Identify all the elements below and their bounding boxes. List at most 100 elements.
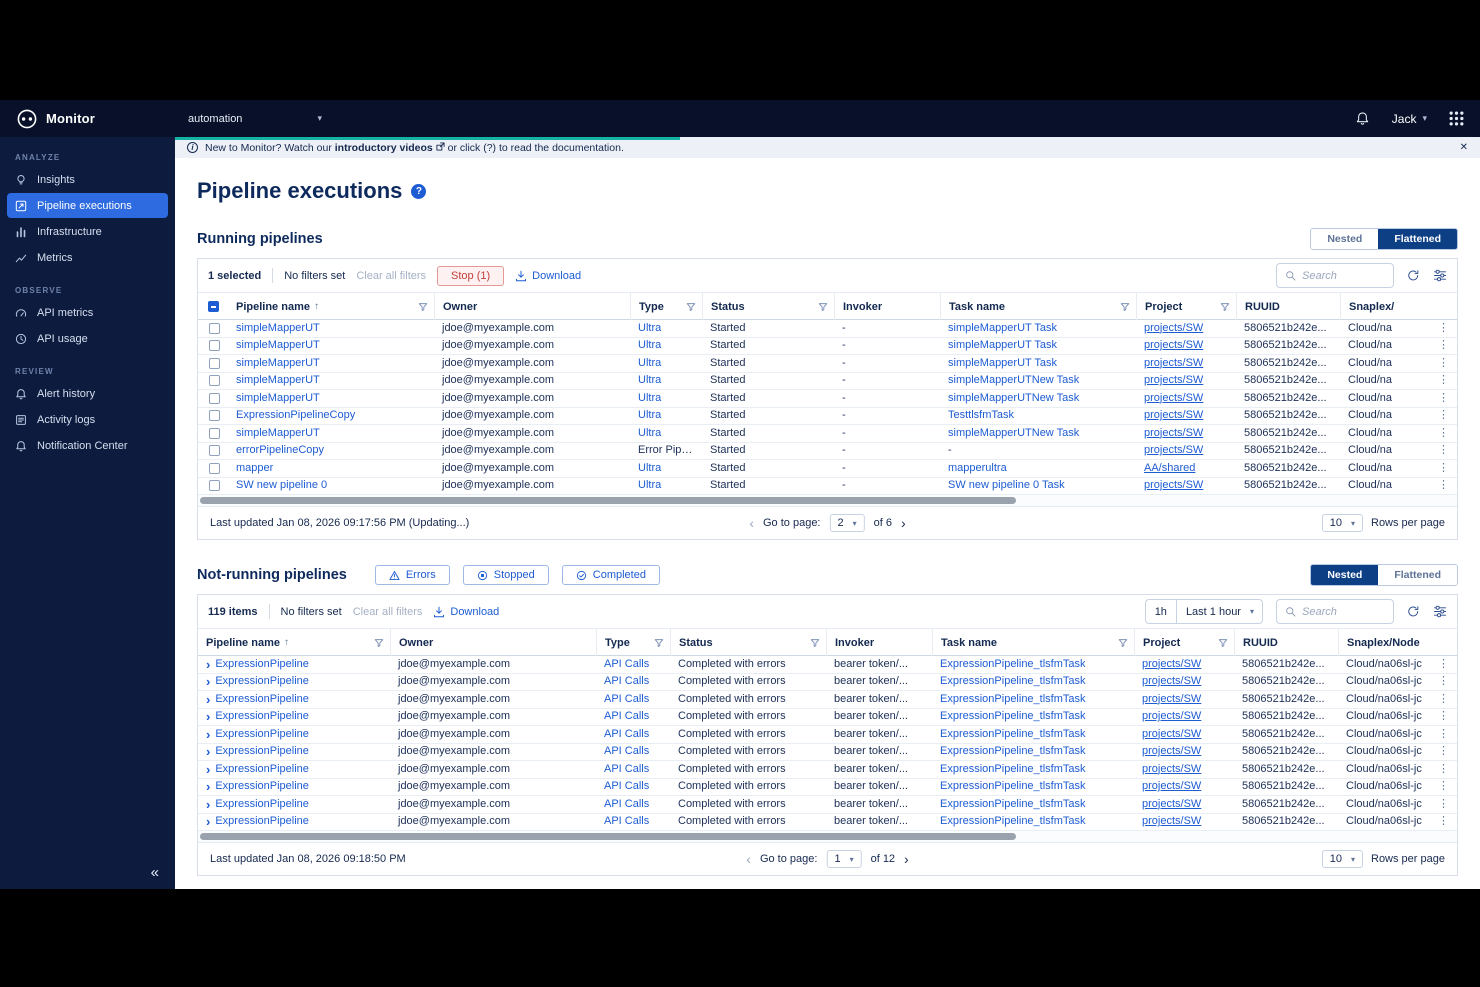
row-menu-icon[interactable]: ⋮ bbox=[1432, 390, 1449, 407]
row-menu-icon[interactable]: ⋮ bbox=[1432, 778, 1449, 795]
row-checkbox[interactable] bbox=[208, 427, 220, 439]
search-input[interactable] bbox=[1302, 605, 1380, 618]
task-cell[interactable]: SW new pipeline 0 Task bbox=[948, 479, 1065, 491]
row-menu-icon[interactable]: ⋮ bbox=[1432, 372, 1449, 389]
table-row[interactable]: › ExpressionPipeline jdoe@myexample.com API… bbox=[198, 761, 1457, 779]
column-header-invoker[interactable]: Invoker bbox=[826, 629, 932, 656]
name-cell[interactable]: simpleMapperUT bbox=[236, 322, 320, 334]
name-cell[interactable]: simpleMapperUT bbox=[236, 339, 320, 351]
column-header-task[interactable]: Task name bbox=[932, 629, 1134, 656]
project-cell[interactable]: projects/SW bbox=[1142, 693, 1201, 705]
column-header-name[interactable]: Pipeline name ↑ bbox=[228, 293, 434, 320]
nested-toggle-button[interactable]: Nested bbox=[1311, 565, 1379, 585]
row-menu-icon[interactable]: ⋮ bbox=[1432, 425, 1449, 442]
column-header-invoker[interactable]: Invoker bbox=[834, 293, 940, 320]
column-header-ruuid[interactable]: RUUID bbox=[1234, 629, 1338, 656]
project-cell[interactable]: projects/SW bbox=[1142, 745, 1201, 757]
sidebar-item-metrics[interactable]: Metrics bbox=[7, 245, 168, 270]
name-cell[interactable]: ExpressionPipeline bbox=[215, 796, 309, 813]
org-selector-dropdown[interactable]: automation ▾ bbox=[188, 113, 322, 125]
row-checkbox[interactable] bbox=[208, 340, 220, 352]
stopped-filter-button[interactable]: Stopped bbox=[462, 565, 549, 585]
expand-row-icon[interactable]: › bbox=[206, 693, 210, 706]
type-cell[interactable]: API Calls bbox=[604, 658, 649, 670]
sidebar-item-alert-history[interactable]: Alert history bbox=[7, 381, 168, 406]
banner-close-icon[interactable]: ✕ bbox=[1460, 142, 1468, 153]
task-cell[interactable]: ExpressionPipeline_tlsfmTask bbox=[940, 658, 1086, 670]
project-cell[interactable]: projects/SW bbox=[1142, 728, 1201, 740]
table-row[interactable]: simpleMapperUT jdoe@myexample.com Ultra Sta… bbox=[198, 425, 1457, 443]
column-header-type[interactable]: Type bbox=[596, 629, 670, 656]
type-cell[interactable]: Ultra bbox=[638, 479, 661, 491]
filter-funnel-icon[interactable] bbox=[818, 302, 828, 312]
name-cell[interactable]: ExpressionPipeline bbox=[215, 708, 309, 725]
project-cell[interactable]: projects/SW bbox=[1144, 409, 1203, 421]
task-cell[interactable]: ExpressionPipeline_tlsfmTask bbox=[940, 693, 1086, 705]
column-header-project[interactable]: Project bbox=[1134, 629, 1234, 656]
row-checkbox[interactable] bbox=[208, 357, 220, 369]
prev-page-icon[interactable]: ‹ bbox=[746, 851, 751, 867]
table-row[interactable]: mapper jdoe@myexample.com Ultra Started - map… bbox=[198, 460, 1457, 478]
project-cell[interactable]: projects/SW bbox=[1144, 392, 1203, 404]
expand-row-icon[interactable]: › bbox=[206, 780, 210, 793]
table-settings-icon[interactable] bbox=[1433, 605, 1447, 618]
row-checkbox[interactable] bbox=[208, 322, 220, 334]
row-menu-icon[interactable]: ⋮ bbox=[1432, 337, 1449, 354]
project-cell[interactable]: projects/SW bbox=[1142, 710, 1201, 722]
expand-row-icon[interactable]: › bbox=[206, 763, 210, 776]
row-menu-icon[interactable]: ⋮ bbox=[1432, 796, 1449, 813]
rows-per-page-select[interactable]: 10 ▾ bbox=[1321, 850, 1363, 868]
name-cell[interactable]: ExpressionPipeline bbox=[215, 726, 309, 743]
project-cell[interactable]: AA/shared bbox=[1144, 462, 1195, 474]
column-header-project[interactable]: Project bbox=[1136, 293, 1236, 320]
name-cell[interactable]: simpleMapperUT bbox=[236, 374, 320, 386]
sidebar-item-activity-logs[interactable]: Activity logs bbox=[7, 407, 168, 432]
nested-toggle-button[interactable]: Nested bbox=[1311, 229, 1379, 249]
next-page-icon[interactable]: › bbox=[904, 851, 909, 867]
filter-funnel-icon[interactable] bbox=[1218, 638, 1228, 648]
column-header-snaplex[interactable]: Snaplex/Node bbox=[1338, 629, 1457, 656]
row-menu-icon[interactable]: ⋮ bbox=[1432, 761, 1449, 778]
task-cell[interactable]: ExpressionPipeline_tlsfmTask bbox=[940, 763, 1086, 775]
name-cell[interactable]: simpleMapperUT bbox=[236, 427, 320, 439]
type-cell[interactable]: Ultra bbox=[638, 392, 661, 404]
horizontal-scrollbar-thumb[interactable] bbox=[200, 497, 1016, 504]
name-cell[interactable]: ExpressionPipeline bbox=[215, 743, 309, 760]
type-cell[interactable]: Ultra bbox=[638, 357, 661, 369]
task-cell[interactable]: ExpressionPipeline_tlsfmTask bbox=[940, 745, 1086, 757]
column-header-ruuid[interactable]: RUUID bbox=[1236, 293, 1340, 320]
notifications-bell-icon[interactable] bbox=[1355, 111, 1370, 126]
task-cell[interactable]: ExpressionPipeline_tlsfmTask bbox=[940, 728, 1086, 740]
column-header-owner[interactable]: Owner bbox=[434, 293, 630, 320]
row-menu-icon[interactable]: ⋮ bbox=[1432, 442, 1449, 459]
row-menu-icon[interactable]: ⋮ bbox=[1432, 477, 1449, 494]
sidebar-item-api-usage[interactable]: API usage bbox=[7, 326, 168, 351]
filter-funnel-icon[interactable] bbox=[810, 638, 820, 648]
user-menu[interactable]: Jack ▾ bbox=[1392, 112, 1427, 126]
expand-row-icon[interactable]: › bbox=[206, 728, 210, 741]
column-header-type[interactable]: Type bbox=[630, 293, 702, 320]
name-cell[interactable]: SW new pipeline 0 bbox=[236, 479, 327, 491]
row-menu-icon[interactable]: ⋮ bbox=[1432, 460, 1449, 477]
project-cell[interactable]: projects/SW bbox=[1142, 780, 1201, 792]
task-cell[interactable]: simpleMapperUTNew Task bbox=[948, 392, 1079, 404]
filter-funnel-icon[interactable] bbox=[654, 638, 664, 648]
column-header-snaplex[interactable]: Snaplex/ bbox=[1340, 293, 1457, 320]
rows-per-page-select[interactable]: 10 ▾ bbox=[1321, 514, 1363, 532]
expand-row-icon[interactable]: › bbox=[206, 675, 210, 688]
name-cell[interactable]: ExpressionPipeline bbox=[215, 691, 309, 708]
filter-funnel-icon[interactable] bbox=[1118, 638, 1128, 648]
completed-filter-button[interactable]: Completed bbox=[561, 565, 660, 585]
row-checkbox[interactable] bbox=[208, 375, 220, 387]
table-row[interactable]: › ExpressionPipeline jdoe@myexample.com API… bbox=[198, 656, 1457, 674]
search-input[interactable] bbox=[1302, 269, 1380, 282]
project-cell[interactable]: projects/SW bbox=[1142, 658, 1201, 670]
project-cell[interactable]: projects/SW bbox=[1144, 357, 1203, 369]
expand-row-icon[interactable]: › bbox=[206, 710, 210, 723]
table-row[interactable]: › ExpressionPipeline jdoe@myexample.com API… bbox=[198, 708, 1457, 726]
row-checkbox[interactable] bbox=[208, 462, 220, 474]
task-cell[interactable]: ExpressionPipeline_tlsfmTask bbox=[940, 780, 1086, 792]
apps-grid-icon[interactable] bbox=[1449, 111, 1464, 126]
refresh-icon[interactable] bbox=[1407, 269, 1420, 282]
column-header-task[interactable]: Task name bbox=[940, 293, 1136, 320]
